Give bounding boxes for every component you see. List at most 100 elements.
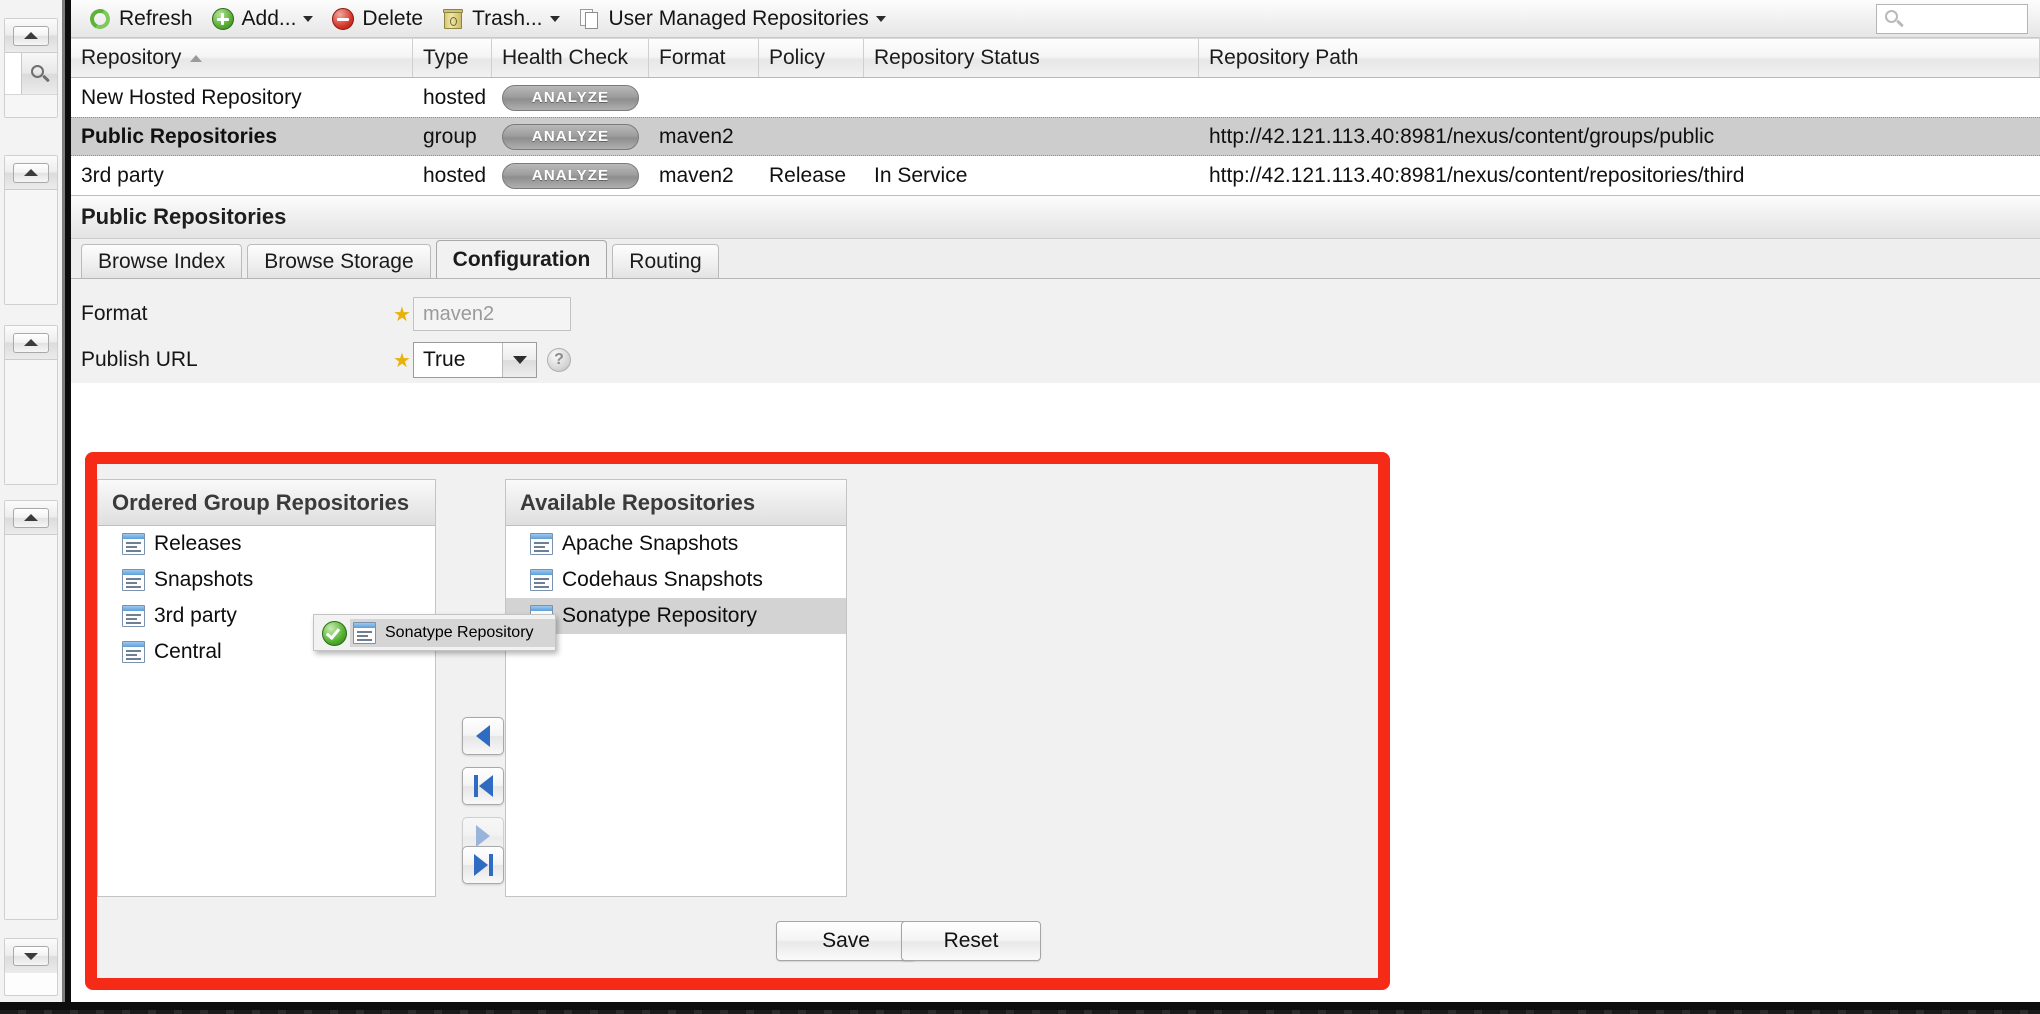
- chevron-down-icon: [24, 952, 38, 960]
- sidebar-search-button[interactable]: [21, 53, 57, 94]
- repository-path-link[interactable]: http://42.121.113.40:8981/nexus/content/…: [1209, 125, 1714, 149]
- table-row[interactable]: New Hosted Repository hosted ANALYZE: [71, 78, 2040, 117]
- list-item[interactable]: Releases: [98, 526, 435, 562]
- search-input[interactable]: [1891, 7, 2040, 31]
- refresh-button-label: Refresh: [119, 6, 193, 30]
- save-button[interactable]: Save: [776, 921, 916, 961]
- refresh-icon: [87, 5, 113, 32]
- repository-icon: [122, 605, 145, 627]
- cell-path: [1199, 78, 2040, 117]
- cell-format: maven2: [659, 124, 734, 148]
- sidebar-panel-2-header[interactable]: [5, 156, 57, 190]
- bottom-edge-detail: [0, 1010, 2040, 1014]
- application-window: Refresh Add... Delete Trash... User Mana…: [0, 0, 2040, 1014]
- sidebar-panel-4-header[interactable]: [5, 501, 57, 535]
- arrow-right-icon: [476, 825, 490, 847]
- sidebar-panel-3-header[interactable]: [5, 326, 57, 360]
- sidebar-panel-1-header[interactable]: [5, 19, 57, 53]
- add-button[interactable]: Add...: [202, 4, 323, 34]
- column-header-policy[interactable]: Policy: [759, 39, 864, 77]
- list-item[interactable]: Codehaus Snapshots: [506, 562, 846, 598]
- repository-icon: [530, 533, 553, 555]
- help-icon[interactable]: ?: [547, 348, 571, 372]
- format-field[interactable]: maven2: [413, 297, 571, 331]
- arrow-right-bar-icon: [473, 854, 488, 876]
- format-field-value: maven2: [423, 302, 495, 325]
- column-header-repository[interactable]: Repository: [71, 39, 413, 77]
- list-item[interactable]: Snapshots: [98, 562, 435, 598]
- arrow-left-bar-icon: [473, 775, 478, 797]
- column-header-repository-path[interactable]: Repository Path: [1199, 39, 2040, 77]
- list-item[interactable]: Apache Snapshots: [506, 526, 846, 562]
- collapse-panel-1-button[interactable]: [13, 25, 49, 46]
- user-managed-repositories-button[interactable]: User Managed Repositories: [569, 4, 895, 34]
- column-header-type[interactable]: Type: [413, 39, 492, 77]
- available-repositories-title: Available Repositories: [506, 480, 846, 526]
- tab-browse-storage[interactable]: Browse Storage: [247, 244, 431, 278]
- publish-url-value: True: [423, 348, 466, 371]
- cell-health-check: ANALYZE: [492, 118, 649, 155]
- expand-panel-5-button[interactable]: [13, 946, 49, 966]
- toolbar-search-box[interactable]: [1876, 4, 2040, 34]
- configuration-form: Format ★ maven2 Publish URL ★ True ?: [71, 279, 2040, 383]
- ordered-group-repositories-panel: Ordered Group Repositories Releases Snap…: [97, 479, 436, 897]
- list-item-label: 3rd party: [154, 604, 237, 627]
- drag-ghost-item[interactable]: Sonatype Repository: [313, 614, 556, 651]
- sidebar-panel-1-body: [5, 53, 57, 117]
- publish-url-select[interactable]: True: [413, 342, 537, 378]
- chevron-up-icon: [24, 32, 38, 39]
- cell-repository: Public Repositories: [81, 124, 278, 148]
- chevron-up-icon: [24, 339, 38, 346]
- group-repositories-editor: Ordered Group Repositories Releases Snap…: [97, 464, 1378, 978]
- sidebar-panel-5-header[interactable]: [5, 939, 57, 973]
- repository-path-link[interactable]: http://42.121.113.40:8981/nexus/content/…: [1209, 164, 1744, 188]
- list-item[interactable]: Sonatype Repository: [506, 598, 846, 634]
- column-header-repository-status[interactable]: Repository Status: [864, 39, 1199, 77]
- refresh-button[interactable]: Refresh: [79, 4, 202, 34]
- publish-url-label: Publish URL: [81, 348, 198, 371]
- list-item-label: Codehaus Snapshots: [562, 568, 763, 591]
- cell-repository: 3rd party: [81, 163, 164, 187]
- trash-button[interactable]: Trash...: [432, 4, 568, 34]
- analyze-button[interactable]: ANALYZE: [502, 162, 639, 189]
- sort-asc-icon: [190, 54, 203, 62]
- reset-button[interactable]: Reset: [901, 921, 1041, 961]
- chevron-down-icon[interactable]: [502, 343, 536, 377]
- tab-routing[interactable]: Routing: [612, 244, 719, 278]
- detail-tabs: Browse Index Browse Storage Configuratio…: [71, 239, 2040, 279]
- grid-header-row: Repository Type Health Check Format Poli…: [71, 38, 2040, 78]
- sidebar-panel-5: [4, 938, 58, 996]
- delete-button-label: Delete: [362, 6, 424, 30]
- drag-ghost-label: Sonatype Repository: [385, 623, 534, 641]
- collapse-panel-2-button[interactable]: [13, 162, 49, 183]
- sidebar-panel-2-body: [5, 190, 57, 304]
- trash-button-label: Trash...: [472, 6, 543, 30]
- list-item-label: Sonatype Repository: [562, 604, 757, 627]
- cell-type: group: [423, 124, 477, 148]
- move-left-button[interactable]: [462, 717, 504, 755]
- required-star-icon: ★: [393, 349, 411, 372]
- collapse-panel-4-button[interactable]: [13, 507, 49, 528]
- repository-icon: [530, 569, 553, 591]
- column-header-format[interactable]: Format: [649, 39, 759, 77]
- table-row[interactable]: 3rd party hosted ANALYZE maven2 Release …: [71, 156, 2040, 195]
- sidebar-search-input[interactable]: [5, 53, 21, 94]
- chevron-down-icon: [549, 15, 560, 22]
- table-row[interactable]: Public Repositories group ANALYZE maven2…: [71, 117, 2040, 156]
- list-item-label: Apache Snapshots: [562, 532, 739, 555]
- repository-icon: [353, 621, 376, 644]
- delete-button[interactable]: Delete: [322, 4, 432, 34]
- tab-browse-index[interactable]: Browse Index: [81, 244, 243, 278]
- collapse-panel-3-button[interactable]: [13, 332, 49, 353]
- move-all-left-button[interactable]: [462, 767, 504, 805]
- format-label: Format: [81, 302, 148, 325]
- ordered-group-repositories-list[interactable]: Releases Snapshots 3rd party Central: [98, 526, 435, 896]
- analyze-button[interactable]: ANALYZE: [502, 123, 639, 150]
- analyze-button[interactable]: ANALYZE: [502, 84, 639, 111]
- move-all-right-button[interactable]: [462, 846, 504, 884]
- column-header-health-check[interactable]: Health Check: [492, 39, 649, 77]
- list-item-label: Central: [154, 640, 222, 663]
- available-repositories-list[interactable]: Apache Snapshots Codehaus Snapshots Sona…: [506, 526, 846, 896]
- tab-configuration[interactable]: Configuration: [435, 240, 608, 278]
- cell-type: hosted: [423, 85, 487, 109]
